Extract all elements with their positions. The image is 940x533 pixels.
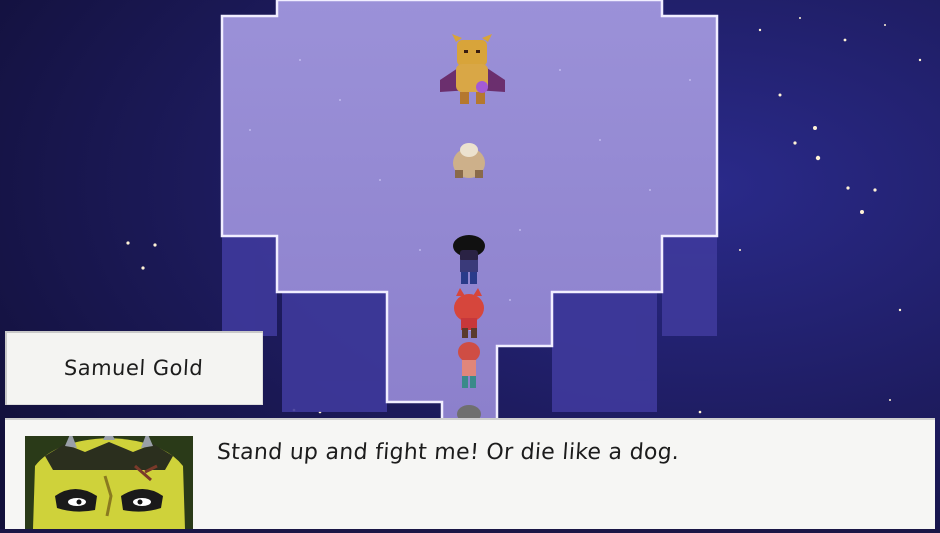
samuel-gold-portrait [25, 436, 193, 529]
dialog-box[interactable]: Stand up and fight me! Or die like a dog… [5, 418, 935, 529]
speaker-nameplate: Samuel Gold [5, 331, 263, 405]
speaker-name: Samuel Gold [63, 356, 205, 380]
portrait-art [25, 436, 193, 529]
dialog-text: Stand up and fight me! Or die like a dog… [216, 440, 681, 465]
